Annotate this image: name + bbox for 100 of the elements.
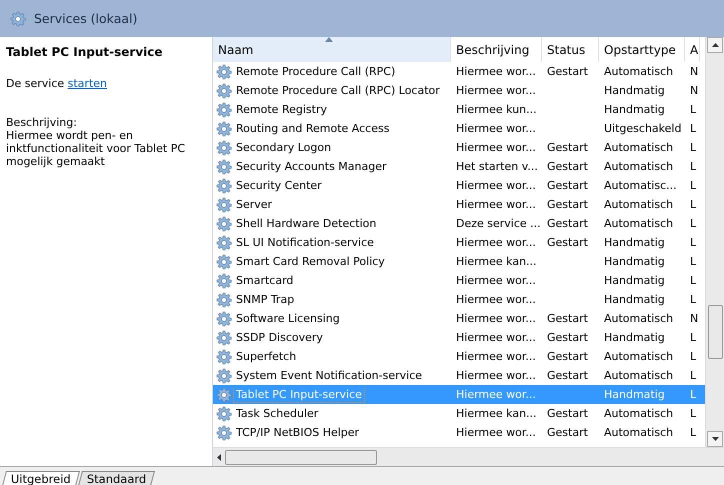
service-row[interactable]: Secondary Logon Hiermee wor... Gestart Automatisch L [213, 138, 705, 157]
scroll-up-button[interactable] [707, 37, 723, 53]
table-cell-text: Routing and Remote Access [235, 121, 390, 136]
table-cell-text: L [689, 103, 698, 116]
gear-icon [216, 424, 232, 440]
table-cell-text: Automatisch [603, 141, 674, 154]
table-cell-text: Software Licensing [235, 311, 341, 326]
service-row[interactable]: Security Accounts Manager Het starten v... Gestart Automatisch L [213, 157, 705, 176]
down-arrow-icon [712, 437, 718, 441]
table-cell-text: Automatisch [603, 407, 674, 420]
gear-icon [216, 386, 232, 402]
table-cell-text: System Event Notification-service [235, 368, 424, 383]
table-cell-text: Hiermee wor... [455, 179, 537, 192]
service-row[interactable]: Smartcard Hiermee wor... Handmatig L [213, 271, 705, 290]
service-row[interactable]: SL UI Notification-service Hiermee wor... Gestart Handmatig L [213, 233, 705, 252]
service-row[interactable]: Remote Procedure Call (RPC) Locator Hiermee wor... Handmatig N [213, 81, 705, 100]
service-row[interactable]: Task Scheduler Hiermee kan... Gestart Automatisch L [213, 404, 705, 423]
scroll-thumb[interactable] [708, 305, 722, 359]
service-row[interactable]: System Event Notification-service Hiermee wor... Gestart Automatisch L [213, 366, 705, 385]
table-cell-text: Hiermee wor... [455, 312, 537, 325]
table-cell-text: Smartcard [235, 273, 294, 288]
table-cell-text: Handmatig [603, 388, 666, 401]
view-tab[interactable]: Standaard [78, 471, 156, 485]
table-cell-text: L [689, 217, 698, 230]
table-cell-text: Remote Procedure Call (RPC) Locator [235, 83, 441, 98]
description-label: Beschrijving: [6, 116, 78, 129]
service-row[interactable]: Smart Card Removal Policy Hiermee kan... Handmatig L [213, 252, 705, 271]
table-cell-text: Hiermee kan... [455, 407, 538, 420]
service-row[interactable]: Routing and Remote Access Hiermee wor... Uitgeschakeld L [213, 119, 705, 138]
sort-arrow-icon [325, 37, 333, 42]
table-cell-text: Hiermee wor... [455, 293, 537, 306]
gear-icon [216, 330, 232, 346]
table-cell-text: Hiermee wor... [455, 198, 537, 211]
table-cell-text: Automatisch [603, 350, 674, 363]
table-cell-text: Automatisc... [603, 179, 678, 192]
table-cell-text: Automatisch [603, 217, 674, 230]
table-cell-text: Hiermee kun... [455, 103, 538, 116]
table-cell-text: Gestart [546, 65, 589, 78]
table-cell-text: L [689, 122, 698, 135]
service-row[interactable]: Shell Hardware Detection Deze service ... Gestart Automatisch L [213, 214, 705, 233]
gear-icon [216, 216, 232, 232]
service-row[interactable]: Remote Registry Hiermee kun... Handmatig L [213, 100, 705, 119]
table-cell-text: Hiermee wor... [455, 274, 537, 287]
table-cell-text: Hiermee wor... [455, 65, 537, 78]
gear-icon [10, 10, 26, 26]
table-cell-text: Security Center [235, 178, 323, 193]
scroll-left-icon[interactable] [217, 454, 221, 460]
table-cell-text: L [689, 350, 698, 363]
table-cell-text: Security Accounts Manager [235, 159, 388, 174]
table-cell-text: Gestart [546, 350, 589, 363]
table-cell-text: L [689, 407, 698, 420]
table-cell-text: Gestart [546, 198, 589, 211]
table-cell-text: Remote Registry [235, 102, 328, 117]
table-cell-text: L [689, 331, 698, 344]
vertical-scrollbar[interactable] [705, 37, 724, 447]
service-row[interactable]: Remote Procedure Call (RPC) Hiermee wor... Gestart Automatisch N [213, 62, 705, 81]
table-cell-text: Gestart [546, 141, 589, 154]
table-cell-text: L [689, 198, 698, 211]
table-cell-text: Handmatig [603, 255, 666, 268]
table-cell-text: L [689, 388, 698, 401]
table-cell-text: L [689, 293, 698, 306]
service-row[interactable]: Security Center Hiermee wor... Gestart Automatisc... L [213, 176, 705, 195]
table-cell-text: Smart Card Removal Policy [235, 254, 386, 269]
table-cell-text: Task Scheduler [235, 406, 320, 421]
table-cell-text: Handmatig [603, 293, 666, 306]
table-cell-text: Automatisch [603, 369, 674, 382]
service-row[interactable]: Software Licensing Hiermee wor... Gestart Automatisch N [213, 309, 705, 328]
table-cell-text: SNMP Trap [235, 292, 296, 307]
horizontal-scrollbar[interactable] [213, 447, 724, 466]
panel-title: Services (lokaal) [34, 11, 138, 26]
description-text: Hiermee wordt pen- en inktfunctionaliteit voor Tablet PC mogelijk gemaakt [6, 129, 186, 168]
scroll-thumb[interactable] [225, 450, 377, 464]
column-header[interactable]: Naam [213, 37, 451, 62]
service-row[interactable]: TCP/IP NetBIOS Helper Hiermee wor... Gestart Automatisch L [213, 423, 705, 442]
action-text: De service [6, 77, 64, 90]
table-cell-text: Hiermee wor... [455, 388, 537, 401]
table-cell-text: Gestart [546, 369, 589, 382]
table-cell-text: TCP/IP NetBIOS Helper [235, 425, 360, 440]
service-row[interactable]: SNMP Trap Hiermee wor... Handmatig L [213, 290, 705, 309]
table-cell: Tablet PC Input-service [234, 387, 364, 402]
gear-icon [216, 158, 232, 174]
gear-icon [216, 310, 232, 326]
table-cell-text: Server [235, 197, 274, 212]
service-row[interactable]: Superfetch Hiermee wor... Gestart Automatisch L [213, 347, 705, 366]
scroll-down-button[interactable] [707, 431, 723, 447]
gear-icon [216, 254, 232, 270]
table-cell-text: Gestart [546, 331, 589, 344]
table-cell-text: L [689, 369, 698, 382]
gear-icon [216, 348, 232, 364]
table-cell-text: L [689, 179, 698, 192]
table-cell-text: L [689, 255, 698, 268]
gear-icon [216, 234, 232, 250]
table-cell-text: L [689, 274, 698, 287]
service-row[interactable]: Server Hiermee wor... Gestart Automatisch L [213, 195, 705, 214]
table-cell-text: Gestart [546, 312, 589, 325]
table-cell-text: Handmatig [603, 274, 666, 287]
service-row[interactable]: SSDP Discovery Hiermee wor... Gestart Handmatig L [213, 328, 705, 347]
start-link[interactable]: starten [68, 77, 107, 90]
table-cell-text: Gestart [546, 236, 589, 249]
service-name: Tablet PC Input-service [6, 45, 164, 59]
